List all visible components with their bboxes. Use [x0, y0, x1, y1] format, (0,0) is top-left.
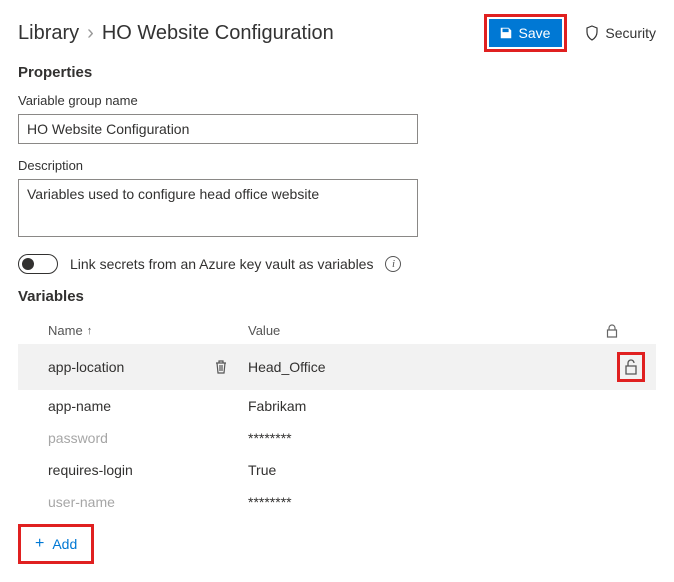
var-lock-cell	[606, 352, 656, 382]
keyvault-label: Link secrets from an Azure key vault as …	[70, 256, 373, 272]
add-button[interactable]: + Add	[21, 527, 91, 561]
security-label: Security	[605, 25, 656, 41]
save-highlight: Save	[484, 14, 568, 52]
var-value-cell[interactable]: Head_Office	[248, 359, 606, 375]
desc-input[interactable]: Variables used to configure head office …	[18, 179, 418, 237]
table-row[interactable]: app-location Head_Office	[18, 344, 656, 390]
lock-highlight	[617, 352, 645, 382]
page-header: Library › HO Website Configuration Save …	[18, 14, 656, 52]
var-name-cell[interactable]: requires-login	[48, 462, 248, 478]
var-value-cell[interactable]: ********	[248, 430, 606, 446]
var-name-cell[interactable]: app-location	[48, 359, 248, 375]
var-name: app-name	[48, 398, 111, 414]
var-name: password	[48, 430, 108, 446]
breadcrumb: Library › HO Website Configuration	[18, 22, 334, 45]
col-lock-header	[606, 324, 656, 338]
table-row[interactable]: requires-login True	[18, 454, 656, 486]
var-name: requires-login	[48, 462, 133, 478]
info-icon[interactable]: i	[385, 256, 401, 272]
var-value-cell[interactable]: True	[248, 462, 606, 478]
name-label: Variable group name	[18, 93, 656, 108]
header-actions: Save Security	[484, 14, 657, 52]
security-button[interactable]: Security	[585, 25, 656, 41]
variables-body: app-location Head_Office app-name Fabrikam p…	[18, 344, 656, 518]
lock-icon	[606, 324, 618, 338]
delete-icon[interactable]	[214, 359, 228, 375]
table-row[interactable]: app-name Fabrikam	[18, 390, 656, 422]
save-label: Save	[519, 25, 551, 41]
var-name-cell[interactable]: user-name	[48, 494, 248, 510]
breadcrumb-current: HO Website Configuration	[102, 22, 334, 45]
variables-column-header: Name ↑ Value	[18, 317, 656, 344]
var-name-cell[interactable]: app-name	[48, 398, 248, 414]
col-value-header[interactable]: Value	[248, 323, 606, 338]
var-name-cell[interactable]: password	[48, 430, 248, 446]
unlock-icon[interactable]	[624, 359, 638, 375]
variables-heading: Variables	[18, 288, 656, 305]
desc-label: Description	[18, 158, 656, 173]
sort-asc-icon: ↑	[87, 325, 93, 337]
add-highlight: + Add	[18, 524, 94, 564]
table-row[interactable]: password ********	[18, 422, 656, 454]
plus-icon: +	[35, 535, 44, 553]
save-icon	[499, 26, 513, 40]
var-name: user-name	[48, 494, 115, 510]
save-button[interactable]: Save	[489, 19, 563, 47]
shield-icon	[585, 25, 599, 41]
breadcrumb-root[interactable]: Library	[18, 22, 79, 45]
col-name-header[interactable]: Name ↑	[48, 323, 248, 338]
chevron-right-icon: ›	[87, 22, 94, 45]
add-label: Add	[52, 536, 77, 552]
table-row[interactable]: user-name ********	[18, 486, 656, 518]
var-value-cell[interactable]: Fabrikam	[248, 398, 606, 414]
keyvault-toggle[interactable]	[18, 254, 58, 274]
keyvault-toggle-row: Link secrets from an Azure key vault as …	[18, 254, 656, 274]
name-input[interactable]	[18, 114, 418, 144]
var-value-cell[interactable]: ********	[248, 494, 606, 510]
properties-heading: Properties	[18, 64, 656, 81]
var-name: app-location	[48, 359, 124, 375]
